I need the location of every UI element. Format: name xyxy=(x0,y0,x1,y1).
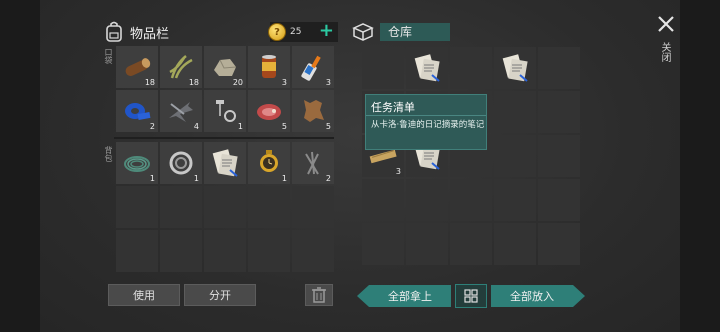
storage-slot-empty[interactable] xyxy=(362,223,404,265)
storage-slot-empty[interactable] xyxy=(538,91,580,133)
storage-slot-empty[interactable] xyxy=(450,47,492,89)
storage-slot-empty[interactable] xyxy=(450,223,492,265)
pocket-slot-canned-food[interactable]: 3 xyxy=(248,46,290,88)
backpack-slot-empty[interactable] xyxy=(204,186,246,228)
use-button[interactable]: 使用 xyxy=(108,284,180,306)
scrap-metal-icon xyxy=(169,102,193,122)
storage-slot-empty[interactable] xyxy=(406,223,448,265)
inventory-title: 物品栏 xyxy=(130,26,170,42)
storage-slot-empty[interactable] xyxy=(450,179,492,221)
backpack-slot-empty[interactable] xyxy=(292,230,334,272)
pocket-slot-log[interactable]: 18 xyxy=(116,46,158,88)
delete-button[interactable] xyxy=(305,284,333,306)
coin-count: 25 xyxy=(290,27,302,37)
storage-slot-notes[interactable] xyxy=(406,47,448,89)
put-all-arrow xyxy=(573,285,585,307)
storage-slot-empty[interactable] xyxy=(538,179,580,221)
storage-title: 仓库 xyxy=(380,23,450,41)
backpack-slot-empty[interactable] xyxy=(248,186,290,228)
coin-counter: ? 25 + xyxy=(268,21,338,42)
backpack-slot-bearing[interactable]: 1 xyxy=(160,142,202,184)
backpack-slot-empty[interactable] xyxy=(116,230,158,272)
take-all-arrow xyxy=(357,285,369,307)
item-tooltip: 任务清单 从卡洛·鲁迪的日记摘录的笔记 xyxy=(365,94,487,150)
storage-header: 仓库 xyxy=(352,20,450,44)
split-button[interactable]: 分开 xyxy=(184,284,256,306)
pocket-grid: 18 18 20 3 3 2 4 1 5 5 xyxy=(116,46,334,132)
close-label[interactable]: 关闭 xyxy=(658,42,672,62)
tooltip-title: 任务清单 xyxy=(371,101,415,114)
tooltip-separator xyxy=(366,115,486,116)
storage-grid: 3 xyxy=(362,47,580,265)
pocket-label: 口袋 xyxy=(104,48,113,64)
storage-slot-notes[interactable] xyxy=(494,47,536,89)
backpack-slot-empty[interactable] xyxy=(204,230,246,272)
pocket-slot-nails-bolts[interactable]: 1 xyxy=(204,90,246,132)
backpack-slot-empty[interactable] xyxy=(292,186,334,228)
notes-icon xyxy=(502,54,528,82)
put-all-button[interactable]: 全部放入 xyxy=(491,285,573,307)
pocket-slot-scrap-metal[interactable]: 4 xyxy=(160,90,202,132)
section-divider xyxy=(114,137,334,139)
glue-icon xyxy=(301,55,321,81)
backpack-icon xyxy=(106,21,122,42)
pocket-slot-glue[interactable]: 3 xyxy=(292,46,334,88)
notes-icon xyxy=(212,149,238,177)
add-coins-button[interactable]: + xyxy=(319,21,334,41)
nails-icon xyxy=(305,151,319,175)
coin-icon: ? xyxy=(268,23,286,41)
left-bezel xyxy=(0,0,40,332)
pocket-slot-leather[interactable]: 5 xyxy=(292,90,334,132)
bearing-icon xyxy=(169,151,193,175)
storage-slot-empty[interactable] xyxy=(494,135,536,177)
tooltip-description: 从卡洛·鲁迪的日记摘录的笔记 xyxy=(371,120,485,130)
notes-icon xyxy=(414,54,440,82)
storage-slot-empty[interactable] xyxy=(494,91,536,133)
storage-slot-empty[interactable] xyxy=(406,179,448,221)
sort-button[interactable] xyxy=(455,284,487,308)
pocket-slot-raw-meat[interactable]: 5 xyxy=(248,90,290,132)
backpack-slot-empty[interactable] xyxy=(116,186,158,228)
backpack-slot-wire-coil[interactable]: 1 xyxy=(116,142,158,184)
storage-box-icon xyxy=(352,23,374,41)
storage-slot-empty[interactable] xyxy=(362,47,404,89)
take-all-button[interactable]: 全部拿上 xyxy=(369,285,451,307)
storage-slot-empty[interactable] xyxy=(494,223,536,265)
storage-slot-empty[interactable] xyxy=(538,47,580,89)
grid-sort-icon xyxy=(464,289,478,303)
pocket-slot-stone[interactable]: 20 xyxy=(204,46,246,88)
backpack-slot-empty[interactable] xyxy=(160,186,202,228)
backpack-slot-watch[interactable]: 1 xyxy=(248,142,290,184)
raw-meat-icon xyxy=(257,104,281,120)
backpack-slot-empty[interactable] xyxy=(160,230,202,272)
pocket-slot-duct-tape[interactable]: 2 xyxy=(116,90,158,132)
storage-slot-empty[interactable] xyxy=(538,223,580,265)
backpack-slot-notes[interactable] xyxy=(204,142,246,184)
storage-slot-empty[interactable] xyxy=(494,179,536,221)
backpack-slot-nails[interactable]: 2 xyxy=(292,142,334,184)
storage-slot-empty[interactable] xyxy=(538,135,580,177)
canned-food-icon xyxy=(262,55,276,78)
leather-icon xyxy=(304,100,324,122)
right-bezel xyxy=(680,0,720,332)
inventory-header: 物品栏 xyxy=(104,20,169,44)
pocket-slot-plant-fiber[interactable]: 18 xyxy=(160,46,202,88)
backpack-grid: 1 1 1 2 xyxy=(116,142,334,272)
duct-tape-icon xyxy=(125,103,151,120)
wire-coil-icon xyxy=(124,156,150,172)
watch-icon xyxy=(260,150,278,172)
storage-slot-empty[interactable] xyxy=(362,179,404,221)
close-icon[interactable] xyxy=(654,12,678,36)
bolt-icon xyxy=(216,100,236,122)
backpack-slot-empty[interactable] xyxy=(248,230,290,272)
trash-icon xyxy=(312,287,326,303)
backpack-label: 背包 xyxy=(104,146,113,162)
